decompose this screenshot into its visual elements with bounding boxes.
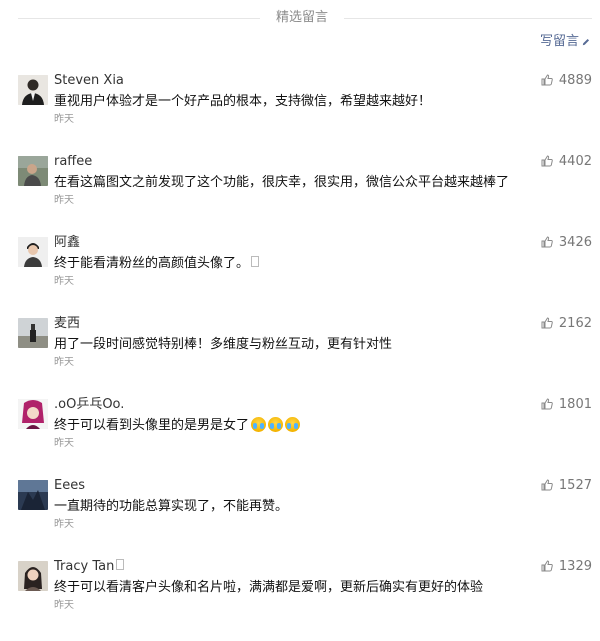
comment-nickname: Steven Xia [54, 73, 124, 88]
write-comment-button[interactable]: 写留言 [540, 33, 590, 51]
avatar[interactable] [18, 561, 48, 591]
avatar[interactable] [18, 480, 48, 510]
comment-nickname: raffee [54, 154, 93, 169]
divider-right [344, 18, 592, 19]
avatar[interactable] [18, 318, 48, 348]
comment-nickname: Eees [54, 478, 85, 493]
thumbs-up-icon [541, 398, 553, 410]
comment-time: 昨天 [54, 114, 74, 125]
like-button[interactable]: 1329 [541, 558, 592, 576]
comment-content: 在看这篇图文之前发现了这个功能，很庆幸，很实用，微信公众平台越来越棒了 [54, 175, 510, 190]
divider-left [18, 18, 260, 19]
like-count: 1329 [558, 559, 592, 574]
like-count: 4889 [558, 73, 592, 88]
comment-time: 昨天 [54, 519, 74, 530]
comment-nickname: .oO乒乓Oo. [54, 397, 125, 412]
write-comment-label: 写留言 [539, 34, 579, 49]
comment-item: Tracy Tan 终于可以看清客户头像和名片啦，满满都是爱啊，更新后确实有更好… [18, 558, 592, 641]
comment-time: 昨天 [54, 357, 74, 368]
pencil-icon [582, 38, 590, 46]
avatar[interactable] [18, 75, 48, 105]
comment-content: 一直期待的功能总算实现了，不能再赞。 [54, 499, 289, 514]
comment-content: 用了一段时间感觉特别棒！多维度与粉丝互动，更有针对性 [54, 337, 393, 352]
comment-nickname: 麦西 [54, 316, 81, 331]
thumbs-up-icon [541, 479, 553, 491]
comment-item: 阿鑫 终于能看清粉丝的高颜值头像了。 昨天 3426 [18, 234, 592, 317]
comment-nickname: 阿鑫 [54, 235, 81, 250]
comment-time: 昨天 [54, 276, 74, 287]
crying-emoji-icon [268, 417, 284, 432]
like-button[interactable]: 1801 [541, 396, 592, 414]
like-count: 1801 [558, 397, 592, 412]
like-button[interactable]: 1527 [541, 477, 592, 495]
comment-content: 重视用户体验才是一个好产品的根本，支持微信，希望越来越好！ [54, 94, 432, 109]
thumbs-up-icon [541, 560, 553, 572]
comment-nickname: Tracy Tan [54, 558, 125, 576]
section-header: 精选留言 [0, 0, 600, 36]
comment-time: 昨天 [54, 438, 74, 449]
comment-content: 终于可以看到头像里的是男是女了 [54, 417, 301, 435]
placeholder-glyph [251, 256, 260, 267]
comment-time: 昨天 [54, 195, 74, 206]
avatar[interactable] [18, 156, 48, 186]
thumbs-up-icon [541, 74, 553, 86]
comment-item: Eees 一直期待的功能总算实现了，不能再赞。 昨天 1527 [18, 477, 592, 560]
crying-emoji-icon [251, 417, 267, 432]
like-button[interactable]: 4889 [541, 72, 592, 90]
thumbs-up-icon [541, 317, 553, 329]
like-button[interactable]: 4402 [541, 153, 592, 171]
like-count: 4402 [558, 154, 592, 169]
thumbs-up-icon [541, 236, 553, 248]
like-button[interactable]: 3426 [541, 234, 592, 252]
comment-item: 麦西 用了一段时间感觉特别棒！多维度与粉丝互动，更有针对性 昨天 2162 [18, 315, 592, 398]
like-button[interactable]: 2162 [541, 315, 592, 333]
comment-item: raffee 在看这篇图文之前发现了这个功能，很庆幸，很实用，微信公众平台越来越… [18, 153, 592, 236]
comment-item: .oO乒乓Oo. 终于可以看到头像里的是男是女了 昨天 1801 [18, 396, 592, 479]
like-count: 2162 [558, 316, 592, 331]
comment-item: Steven Xia 重视用户体验才是一个好产品的根本，支持微信，希望越来越好！… [18, 72, 592, 155]
placeholder-glyph [116, 559, 125, 570]
like-count: 3426 [558, 235, 592, 250]
section-title: 精选留言 [275, 10, 328, 25]
comment-content: 终于可以看清客户头像和名片啦，满满都是爱啊，更新后确实有更好的体验 [54, 580, 484, 595]
crying-emoji-icon [285, 417, 301, 432]
avatar[interactable] [18, 399, 48, 429]
thumbs-up-icon [541, 155, 553, 167]
avatar[interactable] [18, 237, 48, 267]
like-count: 1527 [558, 478, 592, 493]
comment-time: 昨天 [54, 600, 74, 611]
comment-content: 终于能看清粉丝的高颜值头像了。 [54, 255, 260, 273]
